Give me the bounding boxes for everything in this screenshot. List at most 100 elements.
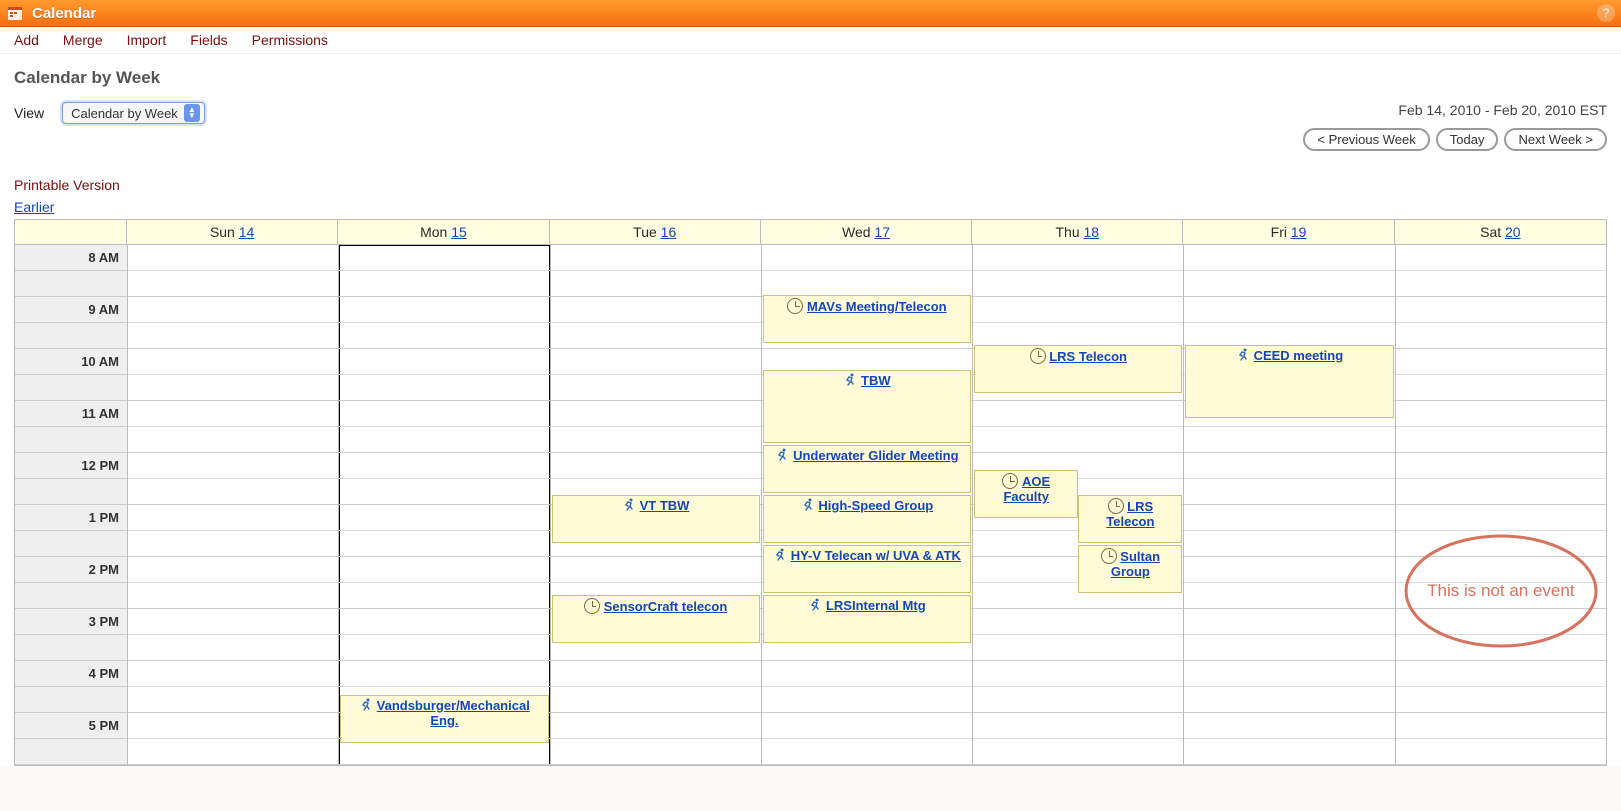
event-vandsburger[interactable]: Vandsburger/Mechanical Eng. xyxy=(340,695,548,743)
grid-cell[interactable] xyxy=(1396,323,1606,349)
grid-cell[interactable] xyxy=(973,401,1183,427)
grid-cell[interactable] xyxy=(339,479,549,505)
grid-cell[interactable] xyxy=(339,635,549,661)
event-mavs[interactable]: MAVs Meeting/Telecon xyxy=(763,295,971,343)
grid-cell[interactable] xyxy=(128,479,338,505)
grid-cell[interactable] xyxy=(1396,297,1606,323)
grid-cell[interactable] xyxy=(551,557,761,583)
grid-cell[interactable] xyxy=(551,297,761,323)
grid-cell[interactable] xyxy=(339,505,549,531)
event-link[interactable]: Sultan Group xyxy=(1111,549,1160,579)
grid-cell[interactable] xyxy=(1184,661,1394,687)
grid-cell[interactable] xyxy=(762,245,972,271)
grid-cell[interactable] xyxy=(339,583,549,609)
grid-cell[interactable] xyxy=(551,271,761,297)
event-lrs-telecon-a[interactable]: LRS Telecon xyxy=(974,345,1182,393)
grid-cell[interactable] xyxy=(1396,453,1606,479)
grid-cell[interactable] xyxy=(339,531,549,557)
grid-cell[interactable] xyxy=(1396,401,1606,427)
grid-cell[interactable] xyxy=(973,245,1183,271)
grid-cell[interactable] xyxy=(339,609,549,635)
grid-cell[interactable] xyxy=(128,453,338,479)
grid-cell[interactable] xyxy=(973,687,1183,713)
grid-cell[interactable] xyxy=(339,297,549,323)
day-col-thu[interactable]: LRS Telecon AOE Faculty LRS Telecon Sult… xyxy=(972,245,1183,765)
grid-cell[interactable] xyxy=(551,739,761,765)
help-button[interactable]: ? xyxy=(1597,4,1615,22)
day-link-14[interactable]: 14 xyxy=(239,224,255,240)
grid-cell[interactable] xyxy=(762,271,972,297)
menu-fields[interactable]: Fields xyxy=(190,32,227,48)
grid-cell[interactable] xyxy=(551,453,761,479)
grid-cell[interactable] xyxy=(762,739,972,765)
grid-cell[interactable] xyxy=(1396,349,1606,375)
grid-cell[interactable] xyxy=(128,583,338,609)
grid-cell[interactable] xyxy=(128,375,338,401)
event-lrs-telecon-b[interactable]: LRS Telecon xyxy=(1078,495,1182,543)
menu-import[interactable]: Import xyxy=(127,32,167,48)
event-link[interactable]: MAVs Meeting/Telecon xyxy=(807,299,947,314)
grid-cell[interactable] xyxy=(551,375,761,401)
event-link[interactable]: SensorCraft telecon xyxy=(604,599,728,614)
grid-cell[interactable] xyxy=(128,713,338,739)
grid-cell[interactable] xyxy=(339,323,549,349)
next-week-button[interactable]: Next Week > xyxy=(1504,128,1607,151)
grid-cell[interactable] xyxy=(128,349,338,375)
grid-cell[interactable] xyxy=(128,609,338,635)
day-col-wed[interactable]: MAVs Meeting/Telecon TBW Underwater Glid… xyxy=(761,245,972,765)
grid-cell[interactable] xyxy=(1184,687,1394,713)
grid-cell[interactable] xyxy=(339,557,549,583)
grid-cell[interactable] xyxy=(551,245,761,271)
event-tbw[interactable]: TBW xyxy=(763,370,971,443)
day-col-mon[interactable]: Vandsburger/Mechanical Eng. xyxy=(338,245,549,765)
event-lrsinternal[interactable]: LRSInternal Mtg xyxy=(763,595,971,643)
grid-cell[interactable] xyxy=(1184,583,1394,609)
event-link[interactable]: VT TBW xyxy=(640,498,690,513)
grid-cell[interactable] xyxy=(339,401,549,427)
event-link[interactable]: LRS Telecon xyxy=(1049,349,1127,364)
prev-week-button[interactable]: < Previous Week xyxy=(1303,128,1429,151)
day-link-19[interactable]: 19 xyxy=(1291,224,1307,240)
event-link[interactable]: Vandsburger/Mechanical Eng. xyxy=(377,698,530,728)
event-link[interactable]: Underwater Glider Meeting xyxy=(793,448,958,463)
grid-cell[interactable] xyxy=(128,739,338,765)
grid-cell[interactable] xyxy=(1396,245,1606,271)
grid-cell[interactable] xyxy=(1184,557,1394,583)
grid-cell[interactable] xyxy=(128,661,338,687)
grid-cell[interactable] xyxy=(973,297,1183,323)
grid-cell[interactable] xyxy=(128,297,338,323)
grid-cell[interactable] xyxy=(1184,609,1394,635)
grid-cell[interactable] xyxy=(339,375,549,401)
event-link[interactable]: LRSInternal Mtg xyxy=(826,598,926,613)
grid-cell[interactable] xyxy=(1184,427,1394,453)
grid-cell[interactable] xyxy=(973,271,1183,297)
grid-cell[interactable] xyxy=(1396,271,1606,297)
grid-cell[interactable] xyxy=(551,687,761,713)
grid-cell[interactable] xyxy=(551,401,761,427)
grid-cell[interactable] xyxy=(1184,505,1394,531)
day-col-tue[interactable]: VT TBW SensorCraft telecon xyxy=(550,245,761,765)
day-link-20[interactable]: 20 xyxy=(1505,224,1521,240)
grid-cell[interactable] xyxy=(1184,453,1394,479)
day-link-16[interactable]: 16 xyxy=(661,224,677,240)
grid-cell[interactable] xyxy=(128,323,338,349)
grid-cell[interactable] xyxy=(973,609,1183,635)
menu-merge[interactable]: Merge xyxy=(63,32,103,48)
grid-cell[interactable] xyxy=(551,661,761,687)
event-underwater-glider[interactable]: Underwater Glider Meeting xyxy=(763,445,971,493)
event-link[interactable]: High-Speed Group xyxy=(818,498,933,513)
grid-cell[interactable] xyxy=(128,557,338,583)
event-vt-tbw[interactable]: VT TBW xyxy=(552,495,760,543)
grid-cell[interactable] xyxy=(339,349,549,375)
grid-cell[interactable] xyxy=(1396,687,1606,713)
grid-cell[interactable] xyxy=(128,401,338,427)
grid-cell[interactable] xyxy=(128,687,338,713)
day-col-fri[interactable]: CEED meeting xyxy=(1183,245,1394,765)
grid-cell[interactable] xyxy=(1396,427,1606,453)
day-col-sat[interactable]: This is not an event xyxy=(1395,245,1606,765)
grid-cell[interactable] xyxy=(762,661,972,687)
event-link[interactable]: CEED meeting xyxy=(1254,348,1344,363)
grid-cell[interactable] xyxy=(1396,739,1606,765)
grid-cell[interactable] xyxy=(762,687,972,713)
view-select[interactable]: Calendar by Week ▲▼ xyxy=(62,102,205,124)
